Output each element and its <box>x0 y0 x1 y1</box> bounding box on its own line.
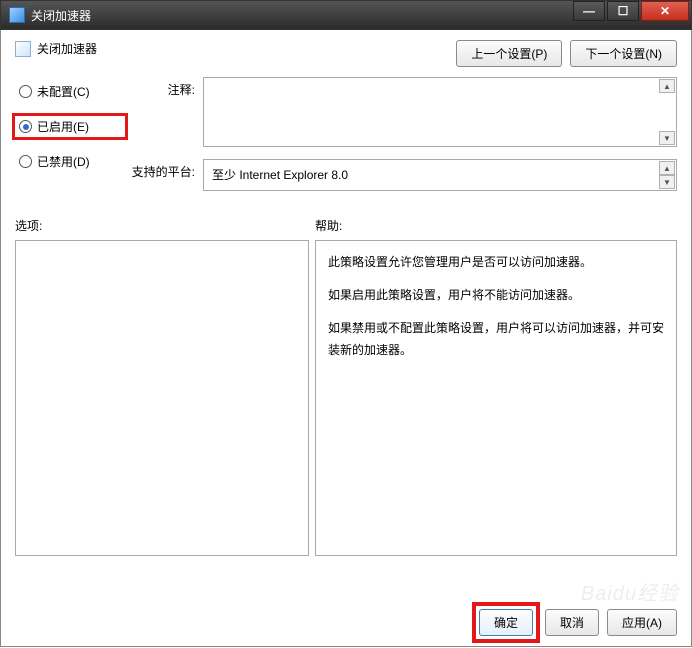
header-row: 关闭加速器 上一个设置(P) 下一个设置(N) <box>15 40 677 67</box>
policy-icon <box>15 41 31 57</box>
options-pane <box>15 240 309 556</box>
window-controls: — ☐ ✕ <box>573 1 689 21</box>
minimize-button[interactable]: — <box>573 1 605 21</box>
next-setting-button[interactable]: 下一个设置(N) <box>570 40 677 67</box>
help-text-line: 如果禁用或不配置此策略设置，用户将可以访问加速器，并可安装新的加速器。 <box>328 317 664 363</box>
comment-textarea[interactable]: ▲ ▼ <box>203 77 677 147</box>
radio-not-configured[interactable]: 未配置(C) <box>15 81 125 102</box>
window-body: 关闭加速器 上一个设置(P) 下一个设置(N) 未配置(C) 已启用(E) 已禁… <box>0 30 692 647</box>
scroll-up-icon[interactable]: ▲ <box>659 161 675 175</box>
platform-value: 至少 Internet Explorer 8.0 <box>212 168 348 182</box>
radio-group: 未配置(C) 已启用(E) 已禁用(D) <box>15 77 125 172</box>
ok-highlight: 确定 <box>472 602 540 643</box>
cancel-button[interactable]: 取消 <box>545 609 599 636</box>
fields-column: 注释: ▲ ▼ 支持的平台: 至少 Internet Explorer 8.0 … <box>125 77 677 191</box>
radio-label: 已启用(E) <box>37 118 89 135</box>
radio-label: 已禁用(D) <box>37 153 90 170</box>
comment-row: 注释: ▲ ▼ <box>125 77 677 147</box>
close-button[interactable]: ✕ <box>641 1 689 21</box>
apply-button[interactable]: 应用(A) <box>607 609 677 636</box>
scroll-down-icon[interactable]: ▼ <box>659 175 675 189</box>
scrollbar[interactable]: ▲ ▼ <box>659 161 675 189</box>
radio-icon <box>19 120 32 133</box>
app-icon <box>9 7 25 23</box>
platform-display: 至少 Internet Explorer 8.0 ▲ ▼ <box>203 159 677 191</box>
page-title: 关闭加速器 <box>37 40 97 57</box>
scroll-up-icon[interactable]: ▲ <box>659 79 675 93</box>
platform-label: 支持的平台: <box>125 159 195 180</box>
header-buttons: 上一个设置(P) 下一个设置(N) <box>456 40 677 67</box>
help-pane: 此策略设置允许您管理用户是否可以访问加速器。 如果启用此策略设置，用户将不能访问… <box>315 240 677 556</box>
title-bar: 关闭加速器 — ☐ ✕ <box>0 0 692 30</box>
radio-label: 未配置(C) <box>37 83 90 100</box>
options-label: 选项: <box>15 217 315 234</box>
maximize-button[interactable]: ☐ <box>607 1 639 21</box>
comment-label: 注释: <box>125 77 195 98</box>
window-title: 关闭加速器 <box>31 7 91 24</box>
panes: 此策略设置允许您管理用户是否可以访问加速器。 如果启用此策略设置，用户将不能访问… <box>15 240 677 556</box>
radio-disabled[interactable]: 已禁用(D) <box>15 151 125 172</box>
help-label: 帮助: <box>315 217 342 234</box>
watermark: Baidu经验 <box>581 577 679 606</box>
radio-icon <box>19 155 32 168</box>
radio-icon <box>19 85 32 98</box>
footer-buttons: 确定 取消 应用(A) <box>479 609 677 636</box>
config-row: 未配置(C) 已启用(E) 已禁用(D) 注释: ▲ ▼ <box>15 77 677 191</box>
help-text-line: 此策略设置允许您管理用户是否可以访问加速器。 <box>328 251 664 274</box>
scrollbar[interactable]: ▲ ▼ <box>659 79 675 145</box>
platform-row: 支持的平台: 至少 Internet Explorer 8.0 ▲ ▼ <box>125 159 677 191</box>
ok-button[interactable]: 确定 <box>479 609 533 636</box>
section-labels: 选项: 帮助: <box>15 217 677 234</box>
header-left: 关闭加速器 <box>15 40 97 57</box>
scroll-down-icon[interactable]: ▼ <box>659 131 675 145</box>
help-text-line: 如果启用此策略设置，用户将不能访问加速器。 <box>328 284 664 307</box>
prev-setting-button[interactable]: 上一个设置(P) <box>456 40 562 67</box>
radio-enabled[interactable]: 已启用(E) <box>12 113 128 140</box>
